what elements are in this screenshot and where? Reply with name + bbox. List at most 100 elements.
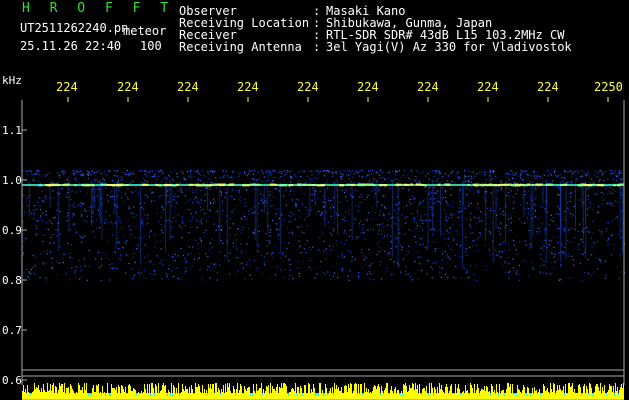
- noise-speck: [72, 213, 74, 215]
- noise-speck: [208, 173, 210, 175]
- amplitude-bar: [43, 384, 44, 399]
- noise-speck: [172, 276, 175, 278]
- noise-speck: [572, 172, 574, 174]
- noise-speck: [48, 242, 50, 244]
- amplitude-bar: [154, 396, 155, 399]
- amplitude-bar: [50, 384, 51, 399]
- noise-speck: [106, 174, 108, 176]
- noise-speck: [134, 236, 136, 238]
- amplitude-bar: [256, 384, 257, 399]
- amplitude-bar: [69, 393, 70, 399]
- amplitude-bar: [470, 383, 471, 399]
- noise-speck: [403, 174, 405, 176]
- noise-speck: [349, 170, 351, 172]
- amplitude-bar: [469, 395, 470, 399]
- noise-speck: [368, 253, 370, 255]
- noise-speck: [383, 235, 385, 237]
- noise-speck: [364, 238, 366, 240]
- noise-speck: [149, 171, 151, 173]
- amplitude-bar: [358, 384, 359, 399]
- noise-speck: [118, 216, 120, 218]
- amplitude-bar: [324, 395, 325, 399]
- amplitude-bar: [272, 386, 273, 399]
- noise-speck: [434, 170, 436, 172]
- noise-speck: [360, 170, 362, 172]
- noise-speck: [257, 267, 259, 269]
- noise-speck: [53, 233, 55, 235]
- noise-speck: [388, 177, 390, 180]
- noise-speck: [373, 279, 375, 281]
- noise-speck: [261, 180, 263, 182]
- noise-speck: [161, 205, 163, 208]
- amplitude-bar: [85, 390, 86, 399]
- noise-speck: [251, 170, 253, 172]
- noise-speck: [106, 222, 108, 224]
- noise-speck: [471, 245, 474, 247]
- noise-speck: [133, 252, 135, 255]
- noise-speck: [615, 200, 617, 202]
- noise-speck: [105, 187, 107, 189]
- amplitude-bar: [152, 383, 153, 399]
- noise-speck: [355, 204, 357, 207]
- noise-speck: [58, 174, 60, 177]
- noise-speck: [358, 202, 360, 204]
- noise-speck: [499, 243, 501, 246]
- noise-speck: [408, 229, 410, 231]
- noise-speck: [582, 170, 584, 172]
- noise-speck: [153, 174, 155, 176]
- noise-speck: [242, 267, 244, 269]
- noise-speck: [586, 230, 588, 233]
- noise-speck: [451, 206, 454, 208]
- amplitude-bar: [136, 395, 137, 399]
- amplitude-bar: [368, 389, 369, 399]
- noise-speck: [289, 263, 291, 266]
- noise-speck: [152, 191, 154, 193]
- amplitude-bar: [92, 388, 93, 399]
- noise-speck: [197, 248, 199, 250]
- noise-speck: [448, 217, 450, 219]
- noise-speck: [257, 251, 259, 253]
- amplitude-bar: [294, 391, 295, 399]
- noise-speck: [504, 262, 506, 264]
- noise-speck: [298, 209, 300, 211]
- noise-speck: [379, 223, 382, 225]
- noise-speck: [70, 205, 72, 207]
- noise-speck: [169, 171, 171, 173]
- noise-speck: [216, 272, 219, 274]
- amplitude-bar: [373, 387, 374, 399]
- noise-speck: [298, 272, 300, 274]
- noise-speck: [459, 177, 461, 179]
- noise-speck: [335, 239, 337, 242]
- noise-speck: [400, 245, 402, 247]
- noise-speck: [118, 241, 120, 243]
- noise-speck: [132, 170, 134, 172]
- noise-speck: [130, 229, 132, 231]
- noise-streak: [485, 182, 487, 242]
- noise-speck: [88, 171, 90, 173]
- noise-speck: [75, 191, 77, 193]
- noise-speck: [335, 171, 337, 173]
- noise-speck: [521, 194, 524, 196]
- noise-speck: [127, 173, 129, 175]
- amplitude-bar: [355, 383, 356, 399]
- carrier-highlight: [165, 184, 172, 186]
- noise-speck: [43, 251, 45, 253]
- noise-speck: [62, 262, 64, 264]
- noise-speck: [319, 236, 321, 238]
- amplitude-bar: [236, 389, 237, 399]
- noise-speck: [194, 170, 196, 172]
- noise-speck: [513, 245, 515, 247]
- noise-speck: [160, 170, 163, 172]
- amplitude-bar: [393, 394, 394, 399]
- noise-speck: [151, 176, 153, 178]
- noise-speck: [26, 197, 28, 199]
- amplitude-bar: [334, 383, 335, 399]
- noise-speck: [490, 175, 492, 177]
- noise-speck: [606, 240, 608, 242]
- noise-speck: [493, 178, 495, 180]
- amplitude-bar: [68, 387, 69, 399]
- noise-speck: [185, 261, 187, 263]
- amplitude-bar: [532, 388, 533, 399]
- noise-speck: [73, 170, 75, 172]
- noise-speck: [576, 178, 578, 180]
